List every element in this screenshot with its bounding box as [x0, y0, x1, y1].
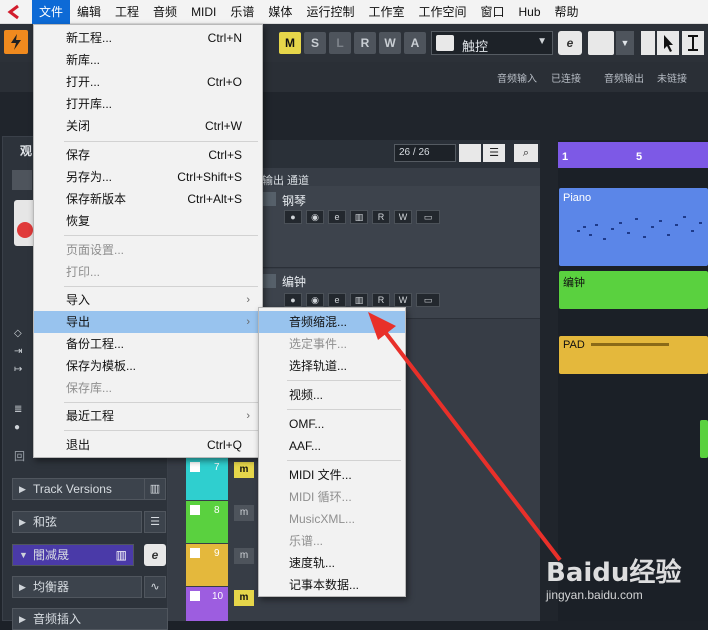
baidu-watermark: Baidu经验 jingyan.baidu.com — [540, 548, 706, 604]
watermark-brand: Baidu经验 — [546, 558, 682, 588]
annotation-arrow — [368, 312, 562, 562]
watermark-url: jingyan.baidu.com — [546, 588, 643, 602]
